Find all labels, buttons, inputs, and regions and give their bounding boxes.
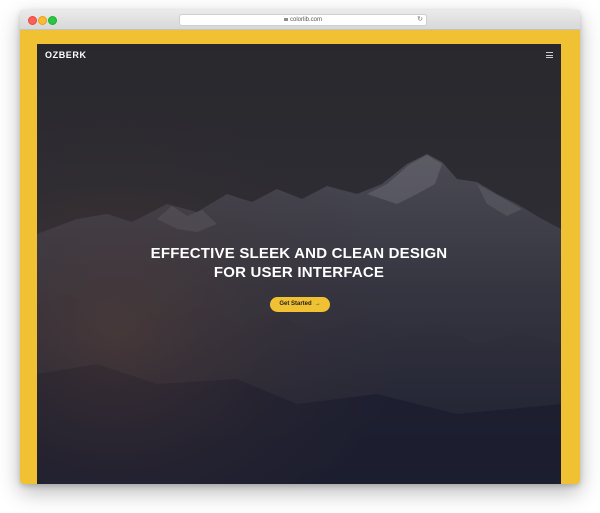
close-window-button[interactable] xyxy=(28,16,37,25)
get-started-label: Get Started xyxy=(279,301,312,307)
hamburger-menu-icon[interactable] xyxy=(546,52,553,58)
headline-line-1: EFFECTIVE SLEEK AND CLEAN DESIGN xyxy=(150,245,448,262)
website-hero: OZBERK EFFECTIVE SLEEK AND CLEAN DESIGN … xyxy=(37,44,561,484)
maximize-window-button[interactable] xyxy=(48,16,57,25)
get-started-button[interactable]: Get Started → xyxy=(270,297,330,312)
browser-window: colorlib.com ↻ OZBERK EFFECTIVE SLEEK AN… xyxy=(20,10,580,484)
headline-line-2: FOR USER INTERFACE xyxy=(213,264,385,281)
reload-icon[interactable]: ↻ xyxy=(417,16,423,24)
address-bar[interactable]: colorlib.com ↻ xyxy=(179,14,427,26)
arrow-right-icon: → xyxy=(314,301,321,307)
url-display: colorlib.com xyxy=(180,15,426,25)
hero-headline: EFFECTIVE SLEEK AND CLEAN DESIGN FOR USE… xyxy=(37,244,561,282)
minimize-window-button[interactable] xyxy=(38,16,47,25)
lock-icon xyxy=(283,18,288,21)
site-logo[interactable]: OZBERK xyxy=(45,50,87,60)
url-text: colorlib.com xyxy=(289,17,322,23)
browser-titlebar: colorlib.com ↻ xyxy=(20,10,580,30)
